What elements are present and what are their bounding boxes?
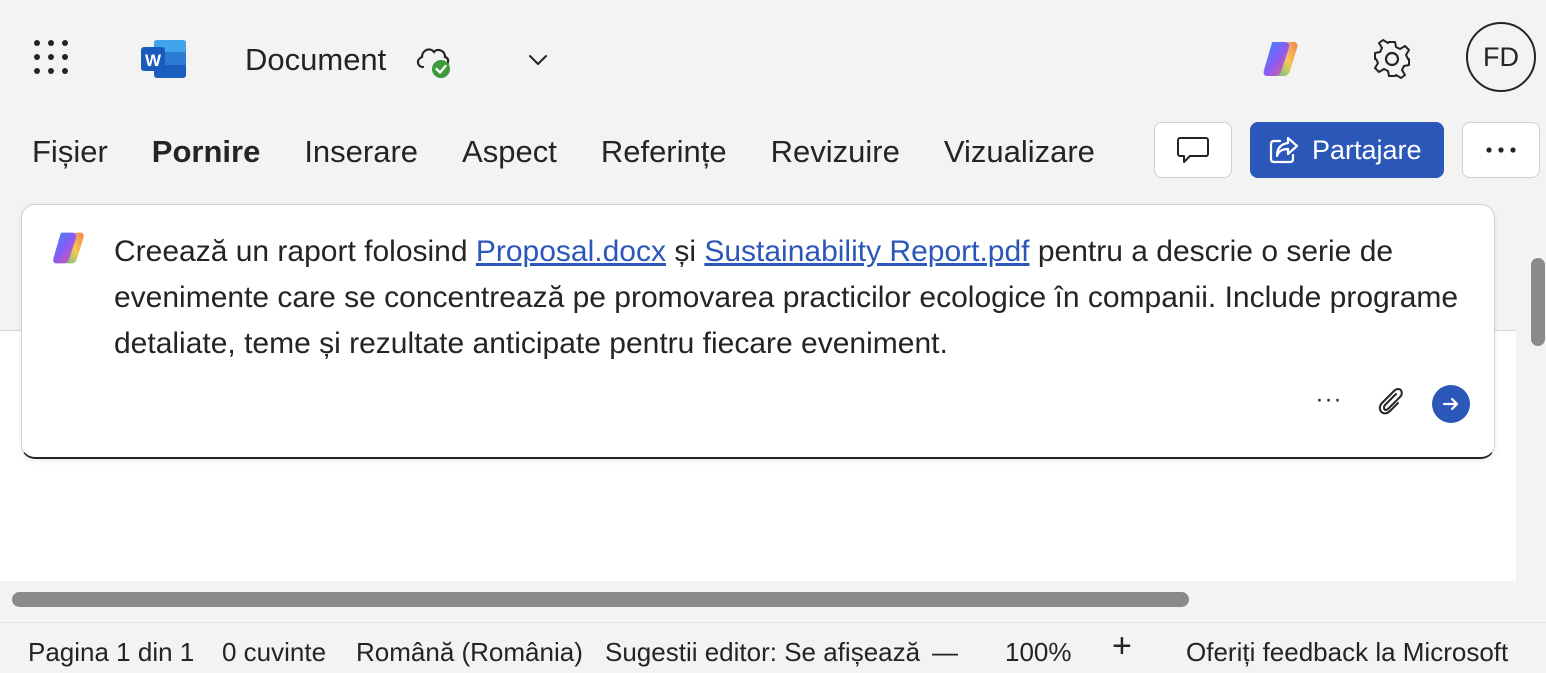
copilot-prompt-card: Creează un raport folosind Proposal.docx… [21, 204, 1495, 459]
paperclip-icon[interactable] [1374, 385, 1406, 417]
share-icon [1269, 136, 1299, 164]
app-launcher-icon[interactable] [34, 40, 72, 78]
page-count: Pagina 1 din 1 [28, 637, 195, 667]
tab-file[interactable]: Fișier [32, 134, 108, 170]
zoom-in-button[interactable]: + [1112, 629, 1132, 663]
zoom-level[interactable]: 100% [1005, 637, 1072, 667]
ribbon-tabs: Fișier Pornire Inserare Aspect Referințe… [32, 130, 1139, 174]
word-count: 0 cuvinte [222, 637, 327, 667]
cloud-saved-icon[interactable] [413, 41, 455, 79]
file-link-sustainability-report[interactable]: Sustainability Report.pdf [704, 235, 1029, 268]
share-button[interactable]: Partajare [1250, 122, 1444, 178]
document-title[interactable]: Document [245, 40, 386, 80]
gear-icon[interactable] [1371, 38, 1413, 80]
language-button[interactable]: Română (România) [356, 637, 583, 667]
copilot-icon [53, 232, 84, 264]
file-link-proposal[interactable]: Proposal.docx [476, 235, 666, 268]
vertical-scrollbar[interactable] [1531, 258, 1545, 346]
tab-view[interactable]: Vizualizare [944, 134, 1095, 170]
comments-button[interactable] [1154, 122, 1232, 178]
tab-review[interactable]: Revizuire [771, 134, 900, 170]
zoom-out-button[interactable]: — [932, 637, 958, 667]
comment-icon [1177, 137, 1209, 163]
editor-suggestions-button[interactable]: Sugestii editor: Se afișează [605, 637, 920, 667]
send-button[interactable] [1432, 385, 1470, 423]
prompt-input[interactable]: Creează un raport folosind Proposal.docx… [114, 229, 1474, 367]
feedback-link[interactable]: Oferiți feedback la Microsoft [1186, 637, 1508, 667]
tab-insert[interactable]: Inserare [304, 134, 418, 170]
prompt-text-start: Creează un raport folosind [114, 235, 476, 268]
prompt-more-button[interactable]: ··· [1314, 385, 1344, 415]
more-icon [1486, 147, 1516, 153]
word-logo-icon[interactable]: W [140, 38, 188, 80]
status-bar: Pagina 1 din 1 0 cuvinte Română (România… [0, 622, 1546, 673]
avatar[interactable]: FD [1466, 22, 1536, 92]
tab-references[interactable]: Referințe [601, 134, 727, 170]
svg-text:W: W [145, 51, 162, 70]
tab-layout[interactable]: Aspect [462, 134, 557, 170]
share-label: Partajare [1312, 134, 1422, 165]
tab-home[interactable]: Pornire [152, 134, 261, 170]
chevron-down-icon[interactable] [526, 48, 550, 72]
copilot-icon[interactable] [1259, 38, 1301, 80]
more-options-button[interactable] [1462, 122, 1540, 178]
horizontal-scrollbar[interactable] [12, 592, 1189, 607]
arrow-right-icon [1442, 397, 1459, 411]
title-bar: W Document FD [0, 0, 1546, 118]
prompt-text-mid: și [665, 235, 705, 268]
